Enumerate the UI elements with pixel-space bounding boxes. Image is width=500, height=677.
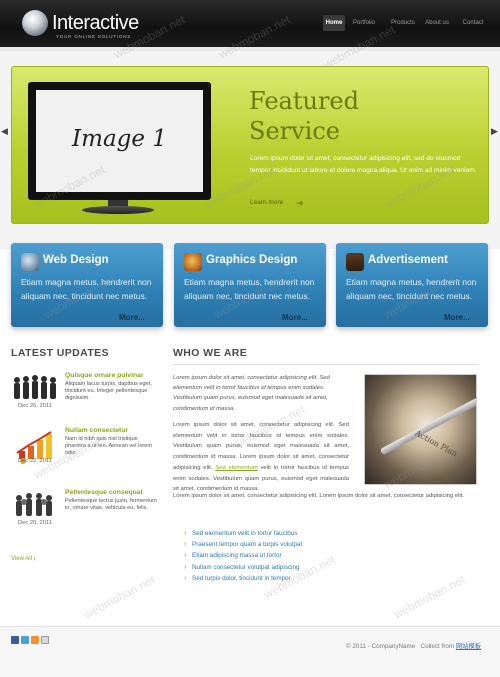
who-we-are-heading: WHO WE ARE xyxy=(173,347,248,359)
more-link[interactable]: More... xyxy=(119,313,145,322)
service-title: Advertisement xyxy=(368,254,448,266)
update-text: Nam id nibh quis nisl tristique pharetra… xyxy=(65,436,153,457)
facebook-icon[interactable] xyxy=(11,636,19,644)
list-item[interactable]: › Sed turpis dolor, tincidunt in tempor xyxy=(184,573,434,584)
list-item[interactable]: › Praesent tempor quam a turpis volutpat xyxy=(184,539,434,550)
logo-tagline: YOUR ONLINE SOLUTIONS xyxy=(56,34,132,39)
update-title[interactable]: Nullam consectetur xyxy=(65,427,128,434)
nav-products[interactable]: Products xyxy=(390,15,416,31)
update-text: Aliquam lacus turpis, dapibus eget, tinc… xyxy=(65,381,152,402)
featured-text: Lorem ipsum dolor sit amet, consectetur … xyxy=(250,155,477,174)
chevron-right-icon: › xyxy=(184,552,187,560)
nav-contact[interactable]: Contact xyxy=(460,15,486,31)
chevron-right-icon: › xyxy=(184,530,187,537)
screen-label: Image 1 xyxy=(72,126,167,152)
copyright-text: © 2011 - CompanyName Collect from 网站模板 xyxy=(346,641,481,650)
latest-updates-heading: LATEST UPDATES xyxy=(11,347,109,359)
service-box-web-design[interactable]: Web Design Etiam magna metus, hendrerit … xyxy=(11,243,163,327)
featured-title: Featured Service xyxy=(249,86,399,146)
nav-about-us[interactable]: About us xyxy=(423,15,451,31)
monitor-base xyxy=(82,206,154,214)
service-text: Etiam magna metus, hendrerit non aliquam… xyxy=(346,277,477,301)
collect-link[interactable]: 网站模板 xyxy=(456,643,481,650)
view-all-link[interactable]: View All xyxy=(11,556,32,562)
who-bullet-list: › Sed elementum velit in tortor faucibus … xyxy=(184,528,434,584)
pen-icon xyxy=(379,397,476,456)
slider-prev-icon[interactable]: ◀ xyxy=(1,126,8,137)
action-plan-photo: Action Plan xyxy=(364,374,477,485)
section-divider xyxy=(173,364,478,365)
more-link[interactable]: More... xyxy=(444,313,470,322)
logo-disc-icon[interactable] xyxy=(22,10,48,36)
list-item[interactable]: › Sed elementum velit in tortor faucibus xyxy=(184,528,434,539)
who-intro-text: Lorem ipsum dolor sit amet, consectetur … xyxy=(173,375,330,412)
update-title[interactable]: Pellentesque consequat xyxy=(65,489,143,496)
who-body-text: Lorem ipsum dolor sit amet, consectetur … xyxy=(173,420,349,495)
update-date: Dec 22, 2011 xyxy=(17,458,53,464)
who-tail-text: Lorem ipsum dolor sit amet, consectetur … xyxy=(173,493,465,499)
service-title: Web Design xyxy=(43,254,109,266)
update-text: Pellentesque lectus justo, fermentum in,… xyxy=(65,498,157,512)
service-box-advertisement[interactable]: Advertisement Etiam magna metus, hendrer… xyxy=(336,243,488,327)
who-body-before-link: Lorem ipsum dolor sit amet, consectetur … xyxy=(173,422,349,471)
chevron-right-icon: › xyxy=(184,563,187,571)
list-item[interactable]: › Nullam consectetur volutpat adipiscing xyxy=(184,562,434,573)
twitter-icon[interactable] xyxy=(21,636,29,644)
palette-icon xyxy=(184,253,202,271)
more-link[interactable]: More... xyxy=(282,313,308,322)
learn-more-link[interactable]: Learn more xyxy=(250,199,283,206)
nav-home[interactable]: Home xyxy=(323,15,345,31)
nav-portfolio[interactable]: Portfolio xyxy=(349,15,379,31)
globe-icon xyxy=(21,253,39,271)
update-date: Dec 26, 2011 xyxy=(17,403,53,409)
list-item[interactable]: Dec 22, 2011 Nullam consectetur Nam id n… xyxy=(11,427,161,469)
collect-label: Collect from xyxy=(420,643,455,650)
bullet-text[interactable]: Sed turpis dolor, tincidunt in tempor xyxy=(192,575,291,582)
logo-title[interactable]: Interactive xyxy=(52,12,139,35)
service-title: Graphics Design xyxy=(206,254,298,266)
featured-title-line2: Service xyxy=(249,117,340,145)
service-text: Etiam magna metus, hendrerit non aliquam… xyxy=(184,277,315,301)
email-icon[interactable] xyxy=(41,636,49,644)
list-item[interactable]: Dec 26, 2011 Quisque ornare pulvinar Ali… xyxy=(11,372,161,414)
who-body-link[interactable]: Sed elementum xyxy=(215,465,257,471)
chevron-right-icon: › xyxy=(184,574,187,582)
bullet-text[interactable]: Sed elementum velit in tortor faucibus xyxy=(192,530,297,537)
list-item[interactable]: Dec 20, 2011 Pellentesque consequat Pell… xyxy=(11,489,161,531)
update-date: Dec 20, 2011 xyxy=(17,520,53,526)
chevron-right-icon: › xyxy=(184,541,187,549)
service-box-graphics-design[interactable]: Graphics Design Etiam magna metus, hendr… xyxy=(174,243,326,327)
watermark-text: webmoban.net xyxy=(81,572,158,622)
bullet-text[interactable]: Praesent tempor quam a turpis volutpat xyxy=(192,541,302,548)
rss-icon[interactable] xyxy=(31,636,39,644)
view-all-arrow-icon[interactable]: › xyxy=(33,554,36,563)
list-item[interactable]: › Etiam adipiscing massa ut tortor xyxy=(184,550,434,561)
copyright-label: © 2011 - CompanyName xyxy=(346,643,416,650)
monitor-screen: Image 1 xyxy=(36,90,203,192)
bullet-text[interactable]: Nullam consectetur volutpat adipiscing xyxy=(192,564,299,571)
update-title[interactable]: Quisque ornare pulvinar xyxy=(65,372,144,379)
learn-more-arrow-icon[interactable]: ➜ xyxy=(296,198,304,209)
service-text: Etiam magna metus, hendrerit non aliquam… xyxy=(21,277,152,301)
photo-text: Action Plan xyxy=(413,428,459,459)
monitor-image: Image 1 xyxy=(28,82,211,200)
bullet-text[interactable]: Etiam adipiscing massa ut tortor xyxy=(192,552,282,559)
briefcase-icon xyxy=(346,253,364,271)
site-footer xyxy=(0,627,500,677)
featured-title-line1: Featured xyxy=(249,87,359,115)
site-header: Interactive YOUR ONLINE SOLUTIONS Home P… xyxy=(0,0,500,47)
slider-next-icon[interactable]: ▶ xyxy=(491,126,498,137)
